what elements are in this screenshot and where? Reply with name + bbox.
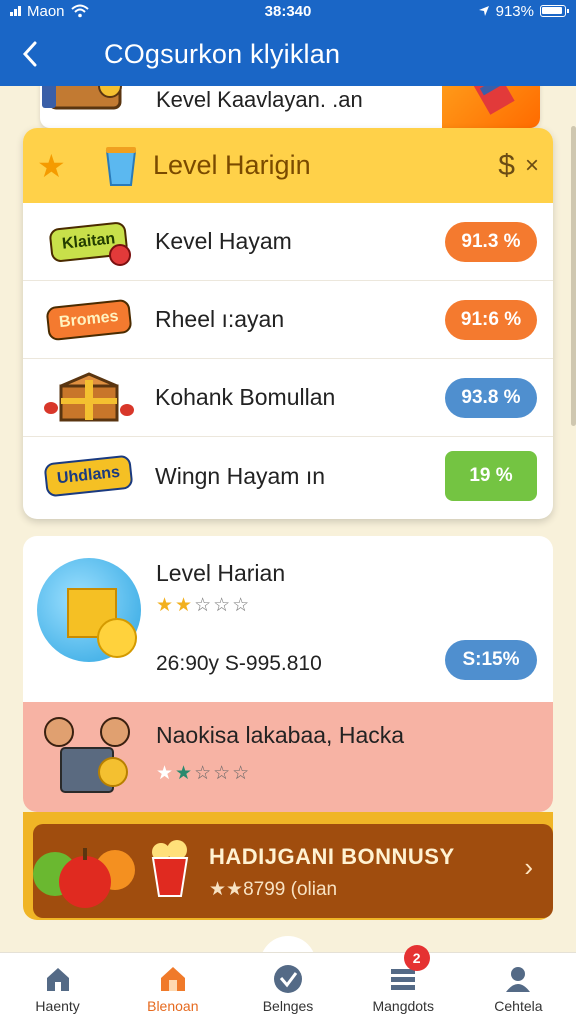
bonus-title: HADIJGANI BONNUSY [209, 844, 455, 869]
list-item[interactable]: Bromes Rheel ı:ayan 91:6 % [23, 281, 553, 359]
check-circle-icon [274, 964, 302, 993]
row-label: Kevel Hayam [155, 228, 292, 254]
percent-pill: 19 % [445, 451, 537, 501]
bonus-subtitle: ★★8799 (olian [209, 879, 338, 900]
battery-percent: 913% [495, 2, 534, 20]
percent-pill: S:15% [445, 640, 537, 680]
app-bar: COgsurkon klyiklan [0, 22, 576, 86]
level-list-title: Level Harigin [153, 150, 311, 180]
nav-label: Haenty [35, 997, 80, 1014]
promo-icon [442, 86, 540, 128]
signpost-icon [40, 86, 140, 128]
profile-icon [506, 966, 531, 992]
row-label: Kohank Bomullan [155, 384, 336, 410]
nav-item-active[interactable]: Blenoan [115, 953, 230, 1024]
star-icon: ★ [37, 147, 66, 184]
scrollbar[interactable] [571, 126, 576, 426]
row-label: Rheel ı:ayan [155, 306, 285, 332]
wifi-icon [70, 4, 89, 18]
percent-pill: 91:6 % [445, 299, 537, 340]
currency-icon: $ [498, 148, 515, 182]
signal-icon [10, 6, 21, 16]
popcorn-icon [149, 838, 191, 898]
nav-item-center[interactable]: Belnges [230, 953, 345, 1024]
treasure-chest-icon [39, 370, 139, 426]
bottom-nav: Haenty Blenoan Belnges 2 Mangdots Cehtel… [0, 945, 576, 1024]
nav-label: Blenoan [147, 997, 199, 1014]
list-item[interactable]: Kevel Kaavlayan. .an [40, 86, 540, 128]
nav-label: Mangdots [372, 997, 434, 1014]
badge-label: Bromes [45, 298, 133, 341]
nav-item-home[interactable]: Haenty [0, 953, 115, 1024]
list-item[interactable]: Kohank Bomullan 93.8 % [23, 359, 553, 437]
bonus-section: HADIJGANI BONNUSY ★★8799 (olian › [23, 812, 553, 920]
people-icon [37, 710, 137, 800]
chevron-left-icon [22, 41, 37, 67]
status-time: 38:340 [264, 2, 312, 20]
percent-pill: 91.3 % [445, 221, 537, 262]
gift-icon [37, 558, 141, 662]
battery-icon [540, 5, 569, 17]
badge-label: Uhdlans [43, 454, 135, 498]
fruit-icon [33, 834, 139, 914]
nav-label: Cehtela [494, 997, 543, 1014]
close-icon[interactable]: × [525, 152, 539, 180]
house-icon [160, 966, 185, 991]
list-item[interactable]: Klaitan Kevel Hayam 91.3 % [23, 203, 553, 281]
star-rating: ★★☆☆☆ [156, 763, 252, 784]
notification-badge: 2 [403, 945, 430, 971]
list-item-label: Kevel Kaavlayan. .an [156, 87, 363, 112]
list-item[interactable]: Uhdlans Wingn Hayam ın 19 % [23, 437, 553, 515]
level-card[interactable]: Level Harian ★★☆☆☆ 26:90y S-995.810 S:15… [23, 536, 553, 702]
nav-item-list[interactable]: 2 Mangdots [346, 945, 461, 1024]
scroll-content[interactable]: Kevel Kaavlayan. .an ★ Level Harigin $ ×… [0, 86, 576, 952]
badge-icon: Klaitan [39, 214, 139, 270]
level-list-card: ★ Level Harigin $ × Klaitan Kevel Hayam … [23, 128, 553, 519]
location-icon [478, 6, 489, 16]
level-card-title: Level Harian [156, 560, 286, 586]
promo-card-title: Naokisa lakabaa, Hacka [156, 722, 405, 748]
home-icon [46, 967, 69, 991]
percent-pill: 93.8 % [445, 377, 537, 418]
cup-icon [103, 145, 139, 187]
nav-label: Belnges [262, 997, 314, 1014]
badge-icon: Uhdlans [39, 448, 139, 504]
promo-card[interactable]: Naokisa lakabaa, Hacka ★★☆☆☆ [23, 702, 553, 812]
page-title: COgsurkon klyiklan [104, 38, 341, 69]
level-card-stats: 26:90y S-995.810 [156, 652, 322, 675]
badge-icon: Bromes [39, 292, 139, 348]
star-rating: ★★☆☆☆ [156, 595, 252, 616]
status-bar: Maon 38:340 913% [0, 0, 576, 22]
chevron-right-icon: › [524, 852, 533, 882]
back-button[interactable] [0, 22, 60, 86]
nav-item-profile[interactable]: Cehtela [461, 953, 576, 1024]
row-label: Wingn Hayam ın [155, 462, 326, 489]
carrier-label: Maon [27, 2, 65, 20]
bonus-banner[interactable]: HADIJGANI BONNUSY ★★8799 (olian › [33, 824, 553, 918]
level-list-header: ★ Level Harigin $ × [23, 128, 553, 203]
